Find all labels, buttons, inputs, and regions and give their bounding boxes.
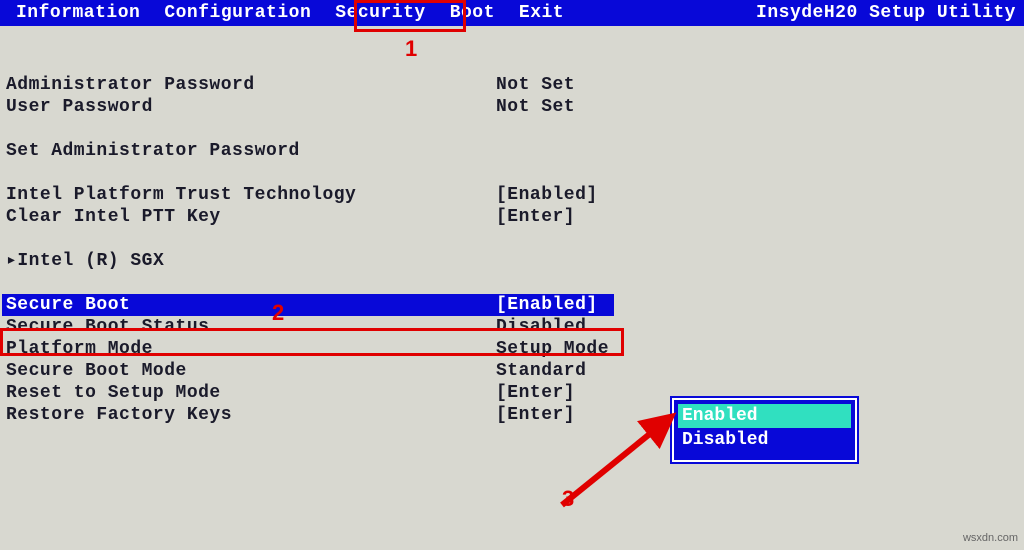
value-sb-status: Disabled [496,316,586,338]
value-user-password: Not Set [496,96,575,118]
annotation-number-3: 3 [562,486,574,512]
dropdown-option-disabled[interactable]: Disabled [678,428,851,452]
row-secure-boot-status: Secure Boot Status Disabled [6,316,1018,338]
row-clear-ptt-key[interactable]: Clear Intel PTT Key [Enter] [6,206,1018,228]
value-sb-mode: Standard [496,360,586,382]
value-clear-ptt: [Enter] [496,206,575,228]
row-secure-boot-mode: Secure Boot Mode Standard [6,360,1018,382]
label-user-password: User Password [6,96,496,118]
value-ipt: [Enabled] [496,184,598,206]
label-ipt: Intel Platform Trust Technology [6,184,496,206]
secure-boot-dropdown[interactable]: Enabled Disabled [672,398,857,462]
row-intel-platform-trust[interactable]: Intel Platform Trust Technology [Enabled… [6,184,1018,206]
value-admin-password: Not Set [496,74,575,96]
menu-exit[interactable]: Exit [507,1,576,25]
menubar: Information Configuration Security Boot … [0,0,1024,26]
row-intel-sgx[interactable]: ▸Intel (R) SGX [6,250,1018,272]
label-secure-boot: Secure Boot [6,294,496,316]
dropdown-option-enabled[interactable]: Enabled [678,404,851,428]
label-set-admin-password: Set Administrator Password [6,140,496,162]
label-sb-mode: Secure Boot Mode [6,360,496,382]
setup-utility-title: InsydeH20 Setup Utility [756,3,1016,23]
label-admin-password: Administrator Password [6,74,496,96]
row-set-admin-password[interactable]: Set Administrator Password [6,140,1018,162]
value-secure-boot: [Enabled] [496,294,598,316]
row-user-password: User Password Not Set [6,96,1018,118]
security-page: Administrator Password Not Set User Pass… [0,26,1024,430]
label-sgx: ▸Intel (R) SGX [6,250,496,272]
watermark: wsxdn.com [963,532,1018,544]
label-sb-status: Secure Boot Status [6,316,496,338]
row-secure-boot[interactable]: Secure Boot [Enabled] [2,294,614,316]
annotation-number-2: 2 [272,300,284,326]
label-clear-ptt: Clear Intel PTT Key [6,206,496,228]
value-restore-keys: [Enter] [496,404,575,426]
menu-information[interactable]: Information [4,1,152,25]
label-platform-mode: Platform Mode [6,338,496,360]
label-restore-keys: Restore Factory Keys [6,404,496,426]
value-reset-setup: [Enter] [496,382,575,404]
row-restore-factory-keys[interactable]: Restore Factory Keys [Enter] [6,404,1018,426]
menu-configuration[interactable]: Configuration [152,1,323,25]
label-reset-setup: Reset to Setup Mode [6,382,496,404]
value-platform-mode: Setup Mode [496,338,609,360]
menu-boot[interactable]: Boot [438,1,507,25]
row-platform-mode: Platform Mode Setup Mode [6,338,1018,360]
row-reset-setup-mode[interactable]: Reset to Setup Mode [Enter] [6,382,1018,404]
row-admin-password: Administrator Password Not Set [6,74,1018,96]
menu-security[interactable]: Security [323,1,437,25]
annotation-number-1: 1 [405,36,417,62]
